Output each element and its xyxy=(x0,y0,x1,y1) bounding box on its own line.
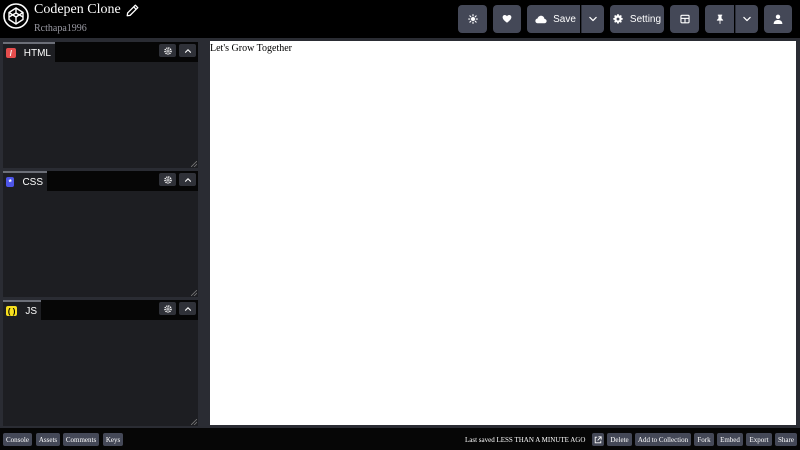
setting-label: Setting xyxy=(629,13,662,25)
heart-icon xyxy=(502,15,512,23)
setting-button[interactable]: Setting xyxy=(610,5,664,33)
cloud-icon xyxy=(535,15,547,23)
css-code-area[interactable] xyxy=(3,191,198,297)
css-editor-header: * CSS xyxy=(3,171,198,191)
resize-handle-icon[interactable] xyxy=(191,161,197,167)
comments-button[interactable]: Comments xyxy=(63,433,99,446)
last-saved-status: Last saved LESS THAN A MINUTE AGO xyxy=(465,436,586,444)
css-collapse-button[interactable] xyxy=(179,173,196,186)
project-title-text: Codepen Clone xyxy=(34,2,121,17)
preview-frame: Let's Grow Together xyxy=(200,38,800,428)
save-label: Save xyxy=(553,13,576,25)
js-tab-icon: ( ) xyxy=(6,306,18,316)
preview-pane[interactable]: Let's Grow Together xyxy=(210,41,796,425)
html-editor-header: / HTML xyxy=(3,42,198,62)
resize-handle-icon[interactable] xyxy=(191,290,197,296)
pin-icon xyxy=(716,14,723,24)
user-button[interactable] xyxy=(764,5,792,33)
project-title[interactable]: Codepen Clone xyxy=(34,2,139,18)
gear-icon xyxy=(163,304,172,313)
js-tab-label: JS xyxy=(25,305,37,317)
html-settings-button[interactable] xyxy=(159,44,176,57)
chevron-down-icon xyxy=(589,16,597,22)
html-code-area[interactable] xyxy=(3,62,198,168)
add-to-collection-button[interactable]: Add to Collection xyxy=(635,433,691,446)
share-button[interactable]: Share xyxy=(775,433,797,446)
resize-handle-icon[interactable] xyxy=(191,419,197,425)
assets-button[interactable]: Assets xyxy=(36,433,60,446)
chevron-up-icon xyxy=(184,48,191,53)
css-editor-panel: * CSS xyxy=(3,171,198,297)
chevron-down-icon xyxy=(743,16,751,22)
top-header: Codepen Clone Rcthapa1996 Save Setting xyxy=(0,0,800,38)
js-collapse-button[interactable] xyxy=(179,302,196,315)
fork-button[interactable]: Fork xyxy=(694,433,714,446)
html-tab-label: HTML xyxy=(23,47,51,59)
embed-button[interactable]: Embed xyxy=(717,433,743,446)
user-icon xyxy=(773,14,783,24)
js-code-area[interactable] xyxy=(3,320,198,426)
gear-icon xyxy=(163,46,172,55)
tab-html[interactable]: / HTML xyxy=(3,42,55,62)
js-editor-panel: ( ) JS xyxy=(3,300,198,426)
pin-button[interactable] xyxy=(705,5,734,33)
chevron-up-icon xyxy=(184,306,191,311)
html-tab-icon: / xyxy=(6,48,16,58)
save-dropdown-button[interactable] xyxy=(581,5,604,33)
js-settings-button[interactable] xyxy=(159,302,176,315)
chevron-up-icon xyxy=(184,177,191,182)
css-tab-icon: * xyxy=(6,177,15,187)
editor-column: / HTML * CSS () JS xyxy=(0,38,200,428)
save-button[interactable]: Save xyxy=(527,5,580,33)
css-tab-label: CSS xyxy=(22,176,43,188)
gear-icon xyxy=(163,175,172,184)
html-editor-panel: / HTML xyxy=(3,42,198,168)
pencil-icon[interactable] xyxy=(126,4,139,17)
title-block: Codepen Clone Rcthapa1996 xyxy=(34,2,139,34)
open-external-button[interactable] xyxy=(592,433,604,446)
console-button[interactable]: Console xyxy=(3,433,32,446)
tab-css[interactable]: * CSS xyxy=(3,171,47,191)
pin-dropdown-button[interactable] xyxy=(735,5,758,33)
css-settings-button[interactable] xyxy=(159,173,176,186)
layout-grid-icon xyxy=(679,14,690,24)
like-button[interactable] xyxy=(493,5,521,33)
export-button[interactable]: Export xyxy=(746,433,772,446)
username[interactable]: Rcthapa1996 xyxy=(34,23,139,34)
external-link-icon xyxy=(594,435,602,443)
js-editor-header: ( ) JS xyxy=(3,300,198,320)
codepen-logo-icon[interactable] xyxy=(3,3,29,29)
html-collapse-button[interactable] xyxy=(179,44,196,57)
preview-text: Let's Grow Together xyxy=(210,43,293,54)
keys-button[interactable]: Keys xyxy=(103,433,123,446)
delete-button[interactable]: Delete xyxy=(607,433,632,446)
tab-js[interactable]: ( ) JS xyxy=(3,300,41,320)
layout-button[interactable] xyxy=(670,5,699,33)
gear-icon xyxy=(613,14,623,24)
theme-button[interactable] xyxy=(458,5,487,33)
sun-icon xyxy=(467,14,478,24)
bottom-toolbar: Console Assets Comments Keys Last saved … xyxy=(0,428,800,450)
